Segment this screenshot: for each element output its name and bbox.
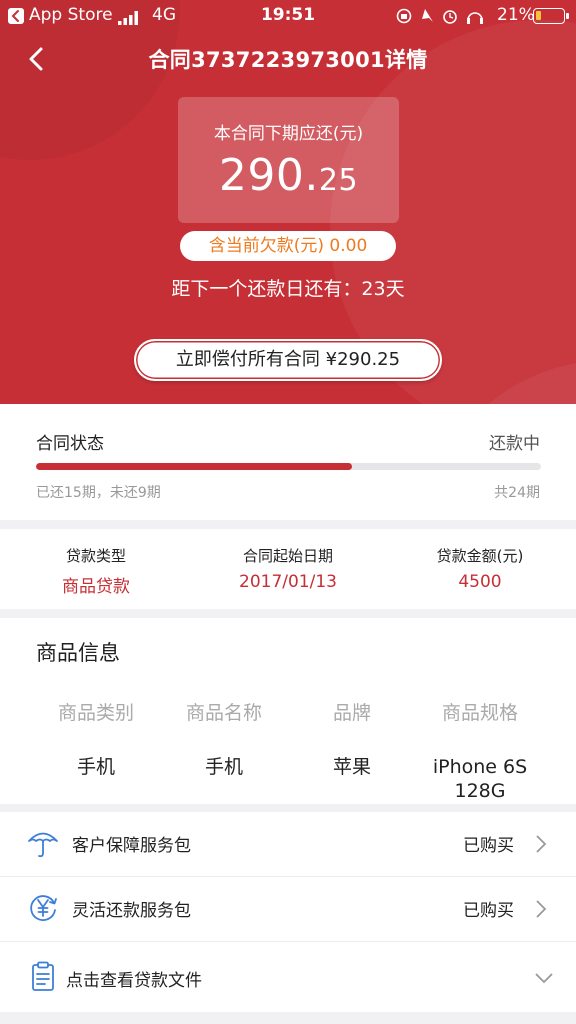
product-header-name: 商品名称 <box>185 702 262 724</box>
product-brand: 苹果 <box>332 756 371 778</box>
contract-status-card: 合同状态 还款中 已还15期，未还9期 共24期 <box>0 404 576 520</box>
battery-percent: 21% <box>497 5 535 25</box>
loan-fact-type: 贷款类型 商品贷款 <box>0 529 192 609</box>
loan-fact-key: 贷款类型 <box>65 547 126 565</box>
loan-fact-value: 商品贷款 <box>62 577 130 597</box>
loan-fact-start-date: 合同起始日期 2017/01/13 <box>192 529 384 609</box>
status-bar: App Store 4G 19:51 21% <box>0 0 576 32</box>
next-due-card: 本合同下期应还(元) 290.25 <box>178 97 399 223</box>
page-title: 合同3737223973001详情 <box>148 48 428 72</box>
contract-status-label: 合同状态 <box>36 434 104 454</box>
product-info-title: 商品信息 <box>36 641 120 665</box>
service-name: 灵活还款服务包 <box>72 901 191 921</box>
arrears-badge: 含当前欠款(元) 0.00 <box>180 231 396 261</box>
installments-paid-text: 已还15期，未还9期 <box>36 485 161 501</box>
loan-documents-row[interactable]: 点击查看贷款文件 <box>0 942 576 1012</box>
next-due-label: 本合同下期应还(元) <box>213 124 364 144</box>
product-spec: iPhone 6S 128G <box>432 756 528 802</box>
next-due-amount: 290.25 <box>178 150 399 201</box>
loan-fact-key: 合同起始日期 <box>242 547 333 565</box>
service-state: 已购买 <box>463 836 514 856</box>
loan-fact-value: 2017/01/13 <box>239 572 337 592</box>
product-header-category: 商品类别 <box>57 702 134 724</box>
service-row-protection[interactable]: 客户保障服务包 已购买 <box>0 812 576 876</box>
product-name: 手机 <box>204 756 243 778</box>
clipboard-icon <box>26 960 60 994</box>
service-row-flexible-repayment[interactable]: 灵活还款服务包 已购买 <box>0 877 576 941</box>
battery-level <box>536 11 541 20</box>
service-state: 已购买 <box>463 901 514 921</box>
product-category: 手机 <box>76 756 115 778</box>
repayment-progress-fill <box>36 463 352 470</box>
yen-cycle-icon <box>26 891 60 925</box>
battery-icon <box>533 8 569 24</box>
next-due-amount-dec: 25 <box>318 163 359 198</box>
service-name: 客户保障服务包 <box>72 836 191 856</box>
chevron-right-icon <box>534 834 548 854</box>
navigation-bar: 合同3737223973001详情 <box>0 34 576 84</box>
product-info-section: 商品信息 商品类别 商品名称 品牌 商品规格 手机 手机 苹果 iPhone 6… <box>0 618 576 804</box>
pay-all-contracts-button[interactable]: 立即偿付所有合同 ¥290.25 <box>134 339 442 381</box>
product-header-spec: 商品规格 <box>441 702 518 724</box>
product-info-grid: 商品类别 商品名称 品牌 商品规格 手机 手机 苹果 iPhone 6S 128… <box>32 698 544 803</box>
repayment-progress-bar <box>36 463 541 470</box>
loan-fact-value: 4500 <box>458 572 502 592</box>
product-header-brand: 品牌 <box>332 702 371 724</box>
next-due-amount-int: 290. <box>218 150 319 201</box>
chevron-down-icon[interactable] <box>534 970 554 984</box>
chevron-right-icon <box>534 899 548 919</box>
contract-status-value: 还款中 <box>489 434 540 454</box>
repayment-countdown: 距下一个还款日还有：23天 <box>171 278 405 300</box>
umbrella-icon <box>26 826 60 860</box>
loan-documents-label: 点击查看贷款文件 <box>66 971 202 991</box>
status-icons <box>395 7 495 30</box>
contract-hero: App Store 4G 19:51 21% 合同3737223973001详情… <box>0 0 576 404</box>
loan-facts: 贷款类型 商品贷款 合同起始日期 2017/01/13 贷款金额(元) 4500 <box>0 529 576 609</box>
loan-fact-amount: 贷款金额(元) 4500 <box>384 529 576 609</box>
loan-fact-key: 贷款金额(元) <box>436 547 524 565</box>
installments-total-text: 共24期 <box>494 485 540 501</box>
